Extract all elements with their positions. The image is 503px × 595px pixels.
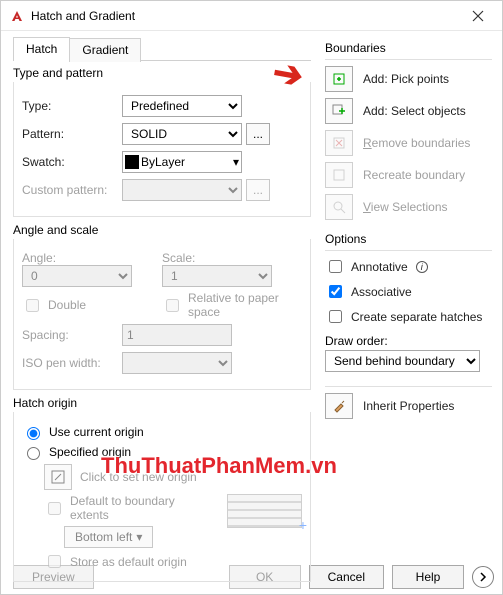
chevron-down-icon: ▾ bbox=[233, 155, 239, 169]
draw-order-select[interactable]: Send behind boundary bbox=[325, 350, 480, 372]
window-title: Hatch and Gradient bbox=[31, 9, 455, 23]
remove-boundaries-button bbox=[325, 130, 353, 156]
view-selections-row: View SelectionsView Selections bbox=[325, 194, 492, 220]
type-label: Type: bbox=[22, 99, 122, 113]
cancel-button[interactable]: Cancel bbox=[309, 565, 384, 589]
select-objects-row: Add: Select objects bbox=[325, 98, 492, 124]
tab-gradient[interactable]: Gradient bbox=[69, 38, 141, 62]
pattern-browse-button[interactable]: ... bbox=[246, 123, 270, 145]
iso-select bbox=[122, 352, 232, 374]
type-pattern-group: Type: Predefined Pattern: SOLID ... Swat… bbox=[13, 82, 311, 217]
type-pattern-legend: Type and pattern bbox=[13, 66, 311, 80]
default-extents-checkbox: Default to boundary extents bbox=[44, 494, 211, 522]
recreate-boundary-button bbox=[325, 162, 353, 188]
expand-button[interactable] bbox=[472, 566, 494, 588]
pick-points-button[interactable] bbox=[325, 66, 353, 92]
options-legend: Options bbox=[325, 232, 492, 246]
relative-checkbox: Relative to paper space bbox=[162, 291, 302, 319]
double-checkbox: Double bbox=[22, 296, 162, 315]
pattern-select[interactable]: SOLID bbox=[122, 123, 242, 145]
origin-position-select: Bottom left ▾ bbox=[64, 526, 153, 548]
tab-hatch[interactable]: Hatch bbox=[13, 37, 70, 61]
angle-scale-legend: Angle and scale bbox=[13, 223, 311, 237]
inherit-properties-row: Inherit Properties bbox=[325, 393, 492, 419]
view-selections-button bbox=[325, 194, 353, 220]
remove-boundaries-row: RRemove boundariesemove boundaries bbox=[325, 130, 492, 156]
origin-preview-swatch bbox=[227, 494, 302, 528]
angle-scale-group: Angle: 0 Scale: 1 Double Relative to pap… bbox=[13, 239, 311, 390]
select-objects-button[interactable] bbox=[325, 98, 353, 124]
use-current-origin-radio[interactable]: Use current origin bbox=[22, 424, 302, 440]
scale-select: 1 bbox=[162, 265, 272, 287]
pick-points-label: Add: Pick points bbox=[363, 72, 449, 86]
swatch-value: ByLayer bbox=[141, 155, 233, 169]
app-icon bbox=[9, 8, 25, 24]
swatch-select[interactable]: ByLayer ▾ bbox=[122, 151, 242, 173]
origin-legend: Hatch origin bbox=[13, 396, 311, 410]
store-default-checkbox: Store as default origin bbox=[44, 552, 302, 571]
boundaries-legend: Boundaries bbox=[325, 41, 492, 55]
spacing-input bbox=[122, 324, 232, 346]
type-select[interactable]: Predefined bbox=[122, 95, 242, 117]
recreate-boundary-row: Recreate boundary bbox=[325, 162, 492, 188]
spacing-label: Spacing: bbox=[22, 328, 122, 342]
custom-pattern-select bbox=[122, 179, 242, 201]
pattern-label: Pattern: bbox=[22, 127, 122, 141]
swatch-color-icon bbox=[125, 155, 139, 169]
origin-group: Use current origin Specified origin Clic… bbox=[13, 412, 311, 582]
angle-label: Angle: bbox=[22, 251, 122, 265]
custom-pattern-label: Custom pattern: bbox=[22, 183, 122, 197]
set-origin-button bbox=[44, 464, 72, 490]
chevron-down-icon: ▾ bbox=[136, 530, 142, 544]
inherit-properties-button[interactable] bbox=[325, 393, 353, 419]
create-separate-checkbox[interactable]: Create separate hatches bbox=[325, 307, 492, 326]
info-icon: i bbox=[416, 261, 428, 273]
iso-label: ISO pen width: bbox=[22, 356, 122, 370]
close-button[interactable] bbox=[455, 2, 500, 30]
help-button[interactable]: Help bbox=[392, 565, 464, 589]
custom-pattern-browse-button: ... bbox=[246, 179, 270, 201]
angle-select: 0 bbox=[22, 265, 132, 287]
inherit-properties-label: Inherit Properties bbox=[363, 399, 454, 413]
scale-label: Scale: bbox=[162, 251, 262, 265]
pick-points-row: Add: Pick points bbox=[325, 66, 492, 92]
annotative-checkbox[interactable]: Annotativei bbox=[325, 257, 492, 276]
associative-checkbox[interactable]: Associative bbox=[325, 282, 492, 301]
swatch-label: Swatch: bbox=[22, 155, 122, 169]
watermark-text: ThuThuatPhanMem.vn bbox=[101, 453, 337, 479]
select-objects-label: Add: Select objects bbox=[363, 104, 466, 118]
draw-order-label: Draw order: bbox=[325, 334, 492, 348]
